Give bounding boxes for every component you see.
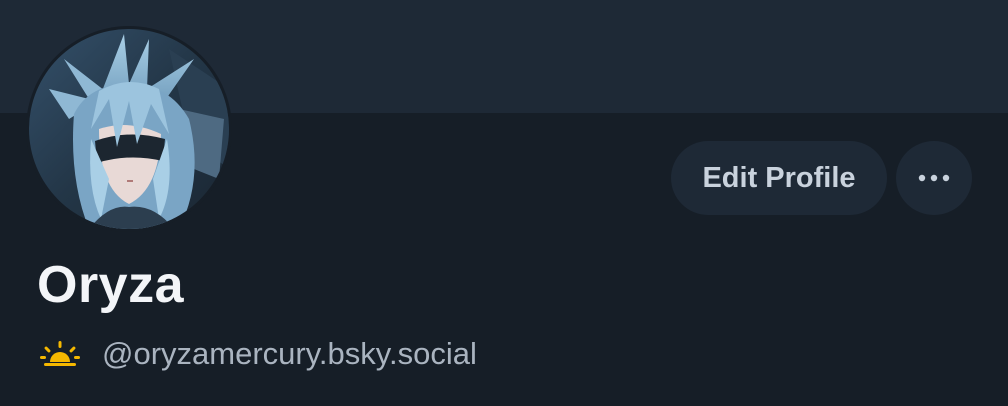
profile-header: Edit Profile Oryza @oryzamercury.bsky.so…: [0, 0, 1008, 406]
handle-row: @oryzamercury.bsky.social: [40, 334, 477, 374]
more-options-button[interactable]: [896, 141, 972, 215]
ellipsis-icon: [918, 174, 950, 182]
avatar[interactable]: [26, 26, 232, 232]
handle[interactable]: @oryzamercury.bsky.social: [102, 334, 477, 374]
avatar-image: [29, 29, 229, 229]
edit-profile-button[interactable]: Edit Profile: [671, 141, 887, 215]
display-name: Oryza: [37, 256, 185, 314]
sunrise-emoji-icon: [40, 341, 80, 366]
